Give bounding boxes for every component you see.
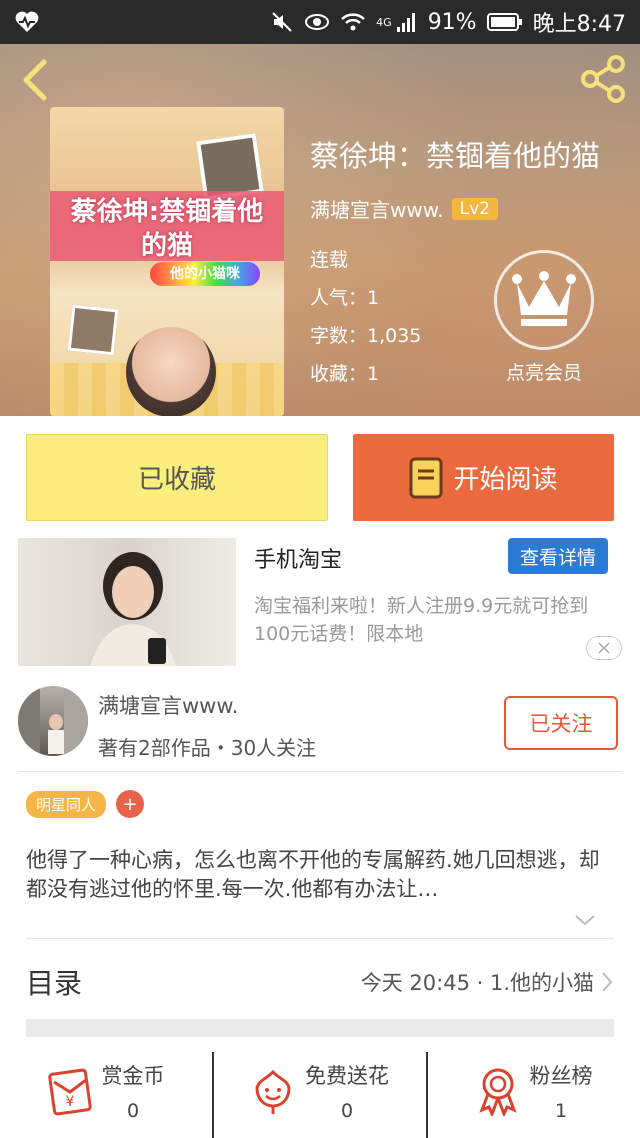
vip-label: 点亮会员 [505,362,582,384]
flower-icon [255,1069,291,1114]
signal-icon [396,13,415,32]
fan-ranking-count: 1 [554,1100,568,1122]
back-button[interactable] [14,56,54,104]
expand-synopsis-button[interactable] [574,912,596,928]
author-stats: 著有2部作品・30人关注 [98,736,317,760]
ad-detail-button[interactable]: 查看详情 [508,538,608,574]
add-tag-button[interactable]: + [116,790,145,818]
wifi-icon [341,13,366,31]
battery-percent: 91% [427,9,477,35]
bottom-action-bar: ¥ 赏金币 0 免费送花 0 粉丝榜 1 [0,1052,640,1138]
free-flower-label: 免费送花 [305,1064,389,1088]
cover-photo-small [67,304,119,356]
chevron-right-icon [602,972,613,992]
book-cover[interactable]: 蔡徐坤:禁锢着他的猫 他的小猫咪 [50,107,284,416]
red-envelope-icon: ¥ [47,1068,92,1116]
reward-coins-label: 赏金币 [101,1064,165,1088]
divider [18,771,622,772]
status-bar: 4G 91% 晚上8:47 [0,0,640,44]
tag-item[interactable]: 明星同人 [26,790,107,818]
medal-icon [478,1068,517,1116]
free-flower-count: 0 [340,1100,354,1122]
share-button[interactable] [578,54,628,104]
collected-button[interactable]: 已收藏 [26,434,328,521]
book-author[interactable]: 满塘宣言www. [310,194,444,223]
action-buttons: 已收藏 开始阅读 [26,434,614,521]
close-icon [598,642,610,654]
book-icon [409,457,443,498]
share-icon [581,55,625,103]
vip-button[interactable]: 点亮会员 [492,250,596,385]
follow-button[interactable]: 已关注 [504,696,618,750]
book-title: 蔡徐坤：禁锢着他的猫 [310,139,601,173]
ad-image [18,538,236,666]
free-flower-button[interactable]: 免费送花 0 [212,1052,426,1138]
book-header: 蔡徐坤:禁锢着他的猫 他的小猫咪 蔡徐坤：禁锢着他的猫 满塘宣言www. Lv2… [0,44,640,416]
toc-label: 目录 [26,967,83,1000]
level-badge: Lv2 [451,197,498,220]
author-name[interactable]: 满塘宣言www. [98,690,238,720]
ad-banner[interactable]: 手机淘宝 查看详情 淘宝福利来啦！新人注册9.9元就可抢到100元话费！限本地 [18,538,622,668]
author-card[interactable]: 满塘宣言www. 著有2部作品・30人关注 已关注 [18,686,618,766]
cover-badge: 他的小猫咪 [150,262,260,286]
heart-monitor-icon [15,11,39,32]
divider [26,938,614,939]
avatar-image [18,686,88,756]
clock: 晚上8:47 [532,12,626,37]
svg-text:¥: ¥ [65,1094,74,1110]
back-icon [23,59,47,101]
start-reading-button[interactable]: 开始阅读 [353,434,614,521]
fan-ranking-button[interactable]: 粉丝榜 1 [426,1052,640,1138]
cover-portrait [126,327,216,416]
crown-icon [512,271,576,326]
table-of-contents-row[interactable]: 目录 今天 20:45 · 1.他的小猫 [26,955,614,1009]
avatar[interactable] [18,686,88,756]
synopsis[interactable]: 他得了一种心病，怎么也离不开他的专属解药.她几回想逃，却都没有逃过他的怀里.每一… [26,846,616,904]
start-reading-label: 开始阅读 [453,465,558,495]
reward-coins-count: 0 [126,1100,140,1122]
section-separator [26,1019,614,1037]
latest-chapter: 今天 20:45 · 1.他的小猫 [360,971,594,995]
ad-description: 淘宝福利来啦！新人注册9.9元就可抢到100元话费！限本地 [254,595,589,645]
tag-list: 明星同人 + [26,790,145,818]
fan-ranking-label: 粉丝榜 [529,1064,593,1088]
ad-person [90,552,176,666]
cover-title: 蔡徐坤:禁锢着他的猫 [70,197,264,261]
ad-title: 手机淘宝 [254,548,343,573]
battery-icon [486,13,522,31]
eye-icon [305,14,330,30]
mute-icon [272,12,292,32]
reward-coins-button[interactable]: ¥ 赏金币 0 [0,1052,212,1138]
chevron-down-icon [575,915,595,926]
ad-close-button[interactable] [586,636,622,660]
network-label: 4G [376,15,392,29]
